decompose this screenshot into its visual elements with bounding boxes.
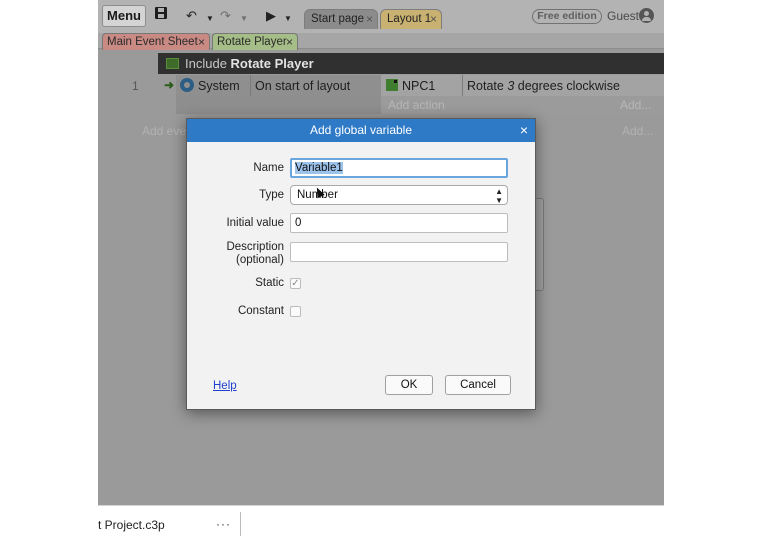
redo-dropdown-icon[interactable]: ▼ [240, 9, 248, 29]
include-row[interactable]: Include Rotate Player [158, 53, 664, 74]
action-text: Rotate 3 degrees clockwise [467, 79, 620, 93]
tab-label: Start page [311, 13, 365, 25]
static-checkbox[interactable]: ✓ [290, 278, 301, 289]
tab-label: Rotate Player [217, 36, 287, 48]
save-icon[interactable] [154, 6, 168, 26]
play-icon[interactable]: ▶ [266, 6, 276, 26]
close-icon[interactable]: × [366, 10, 373, 29]
main-toolbar: Menu ↶ ▼ ↷ ▼ ▶ ▼ Start page × Layout 1 ×… [98, 0, 664, 33]
event-gap [176, 96, 381, 114]
cell-divider [462, 75, 463, 96]
event-row-number: 1 [132, 79, 139, 93]
static-label: Static [255, 277, 284, 289]
tab-rotate-player[interactable]: Rotate Player × [212, 33, 298, 50]
action-object: NPC1 [402, 79, 436, 93]
cancel-button[interactable]: Cancel [445, 375, 511, 395]
user-name[interactable]: Guest [607, 9, 639, 23]
include-sheet-name: Rotate Player [230, 56, 314, 71]
include-icon [166, 58, 179, 69]
event-sheet-tabs: Main Event Sheet × Rotate Player × [98, 33, 664, 50]
type-label: Type [259, 189, 284, 201]
divider [240, 512, 241, 536]
close-icon[interactable]: × [286, 34, 293, 50]
status-bar: t Project.c3p ··· [98, 505, 664, 541]
initial-value-label: Initial value [226, 217, 284, 229]
add-event-link[interactable]: Add eve [142, 124, 186, 138]
help-link[interactable]: Help [213, 380, 237, 392]
menu-button[interactable]: Menu [102, 5, 146, 27]
undo-dropdown-icon[interactable]: ▼ [206, 9, 214, 29]
ok-button[interactable]: OK [385, 375, 433, 395]
close-icon[interactable]: × [198, 34, 205, 50]
play-dropdown-icon[interactable]: ▼ [284, 9, 292, 29]
free-edition-badge[interactable]: Free edition [532, 9, 602, 24]
tab-label: Main Event Sheet [107, 36, 198, 48]
event-arrow-icon: ➜ [164, 78, 175, 92]
select-arrows-icon: ▲ ▼ [495, 187, 503, 205]
initial-value-input[interactable]: 0 [290, 213, 508, 233]
project-name[interactable]: t Project.c3p [98, 518, 165, 532]
description-input[interactable] [290, 242, 508, 262]
add-action-link[interactable]: Add action [388, 98, 445, 112]
sprite-object-icon [386, 79, 398, 91]
description-optional-label: (optional) [236, 254, 284, 266]
system-gear-icon [180, 78, 194, 92]
condition-text: On start of layout [255, 79, 351, 93]
dialog-title-bar[interactable]: Add global variable × [187, 119, 535, 142]
add-action-menu[interactable]: Add... [620, 98, 651, 112]
name-input[interactable]: Variable1 [290, 158, 508, 178]
undo-icon[interactable]: ↶ [186, 6, 197, 26]
name-label: Name [253, 162, 284, 174]
close-icon[interactable]: × [430, 10, 437, 29]
redo-icon[interactable]: ↷ [220, 6, 231, 26]
dialog-title: Add global variable [309, 123, 413, 137]
constant-checkbox[interactable] [290, 306, 301, 317]
add-global-variable-dialog: Add global variable × Name Variable1 Typ… [186, 118, 536, 410]
constant-label: Constant [237, 305, 284, 317]
tab-label: Layout 1 [387, 13, 432, 25]
tab-layout-1[interactable]: Layout 1 × [380, 9, 442, 29]
tab-main-event-sheet[interactable]: Main Event Sheet × [102, 33, 210, 50]
add-event-menu[interactable]: Add... [622, 124, 653, 138]
description-label: Description [226, 241, 284, 253]
user-avatar-icon[interactable] [639, 8, 654, 23]
cell-divider [250, 75, 251, 96]
tab-start-page[interactable]: Start page × [304, 9, 378, 29]
close-icon[interactable]: × [520, 119, 528, 142]
condition-object: System [198, 79, 240, 93]
include-prefix: Include [185, 56, 227, 71]
more-options-icon[interactable]: ··· [216, 517, 231, 531]
